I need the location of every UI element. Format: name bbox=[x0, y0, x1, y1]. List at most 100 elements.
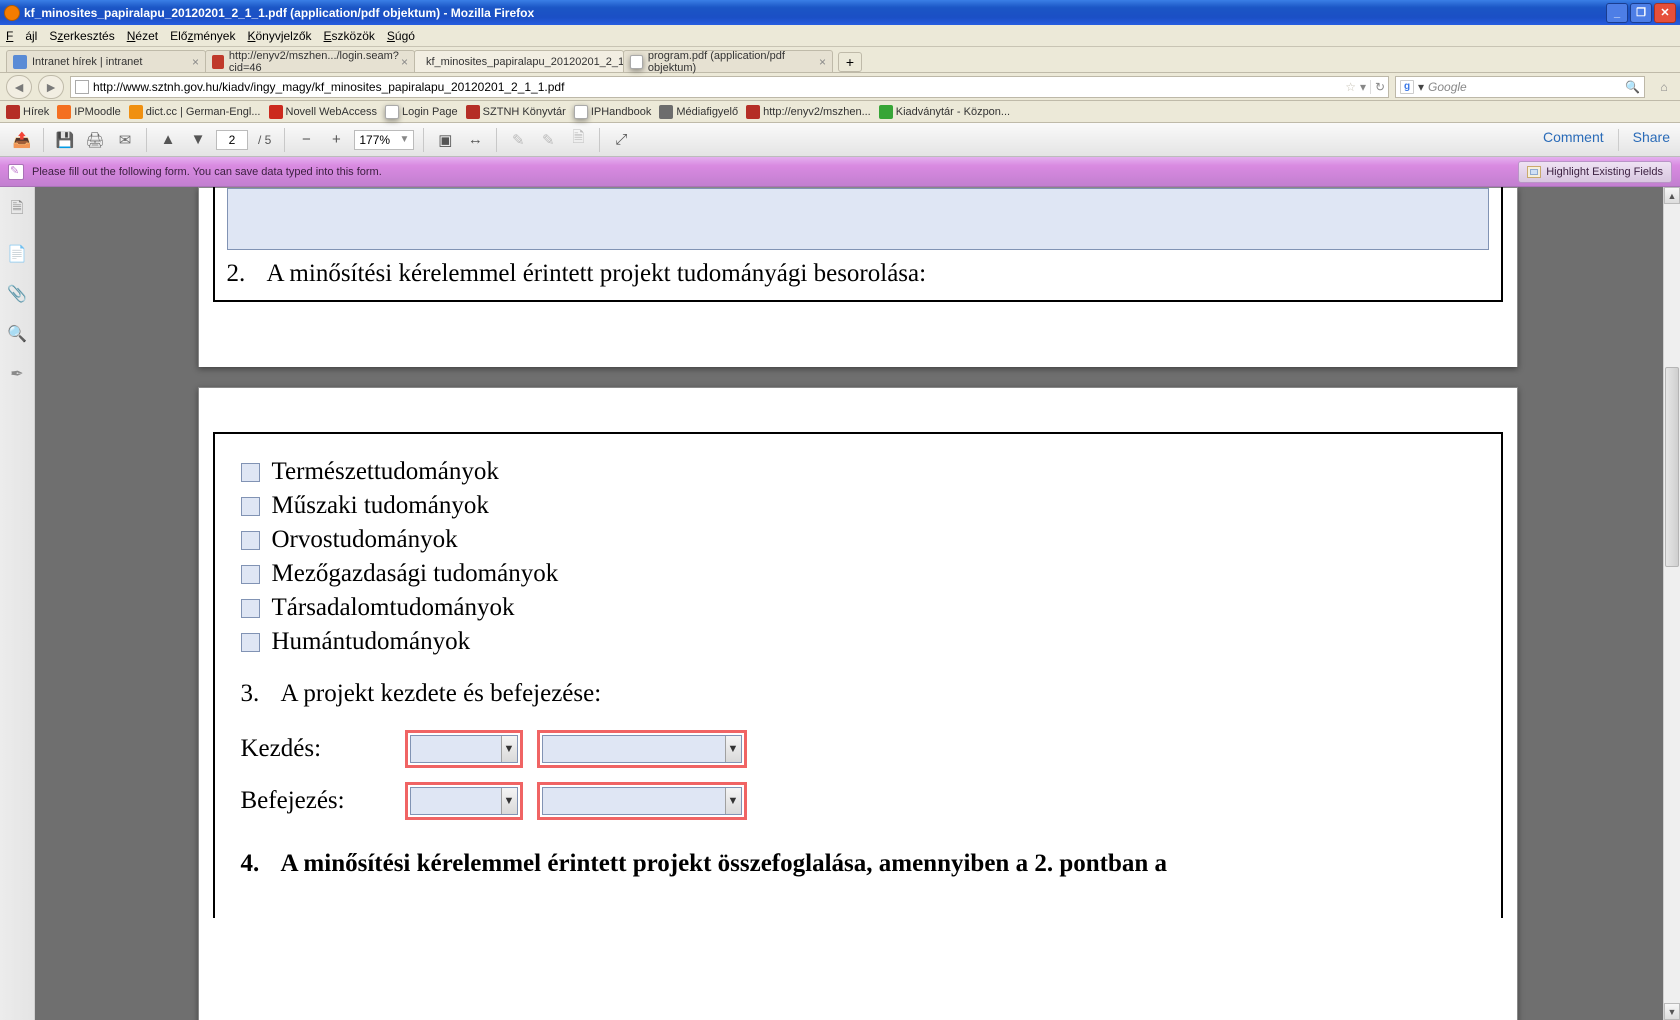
chevron-down-icon: ▼ bbox=[725, 736, 741, 762]
highlight-existing-fields-button[interactable]: Highlight Existing Fields bbox=[1518, 161, 1672, 183]
bookmark-star-icon[interactable]: ☆ bbox=[1345, 80, 1356, 94]
tab-intranet[interactable]: Intranet hírek | intranet× bbox=[6, 50, 206, 72]
end-month-select[interactable]: ▼ bbox=[542, 787, 742, 815]
start-year-select[interactable]: ▼ bbox=[410, 735, 518, 763]
tab-label: kf_minosites_papiralapu_20120201_2_1... bbox=[426, 56, 633, 68]
scroll-thumb[interactable] bbox=[1665, 367, 1679, 567]
start-label: Kezdés: bbox=[241, 735, 405, 763]
search-placeholder: Google bbox=[1428, 80, 1467, 94]
back-button[interactable]: ◄ bbox=[6, 75, 32, 99]
fit-width-button[interactable]: ↔ bbox=[463, 128, 487, 152]
bookmark-hirek[interactable]: Hírek bbox=[6, 105, 49, 119]
tab-close-icon[interactable]: × bbox=[192, 56, 199, 68]
page-identity-icon bbox=[75, 80, 89, 94]
find-icon[interactable]: 🔍 bbox=[7, 324, 27, 344]
bookmark-iphandbook[interactable]: IPHandbook bbox=[574, 105, 652, 119]
end-year-select[interactable]: ▼ bbox=[410, 787, 518, 815]
bookmark-loginpage[interactable]: Login Page bbox=[385, 105, 458, 119]
chevron-down-icon: ▼ bbox=[399, 134, 409, 145]
attachments-icon[interactable]: 📎 bbox=[7, 284, 27, 304]
scroll-down-button[interactable]: ▼ bbox=[1664, 1003, 1680, 1020]
print-button[interactable]: 🖨 bbox=[83, 128, 107, 152]
section-3-number: 3. bbox=[241, 680, 281, 708]
highlight-tool-button[interactable]: ✎ bbox=[536, 128, 560, 152]
home-button[interactable]: ⌂ bbox=[1654, 78, 1674, 96]
reload-icon[interactable]: ↻ bbox=[1370, 80, 1384, 94]
save-button[interactable]: 💾 bbox=[53, 128, 77, 152]
tab-pdf-active[interactable]: kf_minosites_papiralapu_20120201_2_1...× bbox=[414, 50, 624, 72]
fullscreen-button[interactable]: ⤢ bbox=[609, 128, 633, 152]
bookmark-sztnh[interactable]: SZTNH Könyvtár bbox=[466, 105, 566, 119]
window-minimize-button[interactable]: _ bbox=[1606, 3, 1628, 23]
separator bbox=[423, 128, 424, 152]
checkbox-label: Természettudományok bbox=[272, 458, 499, 486]
tab-close-icon[interactable]: × bbox=[401, 56, 408, 68]
bookmark-novell[interactable]: Novell WebAccess bbox=[269, 105, 378, 119]
thumbnails-icon[interactable]: 🗎 bbox=[11, 197, 24, 224]
checkbox-mezogazd[interactable] bbox=[241, 565, 260, 584]
chevron-down-icon: ▼ bbox=[725, 788, 741, 814]
tab-program-pdf[interactable]: program.pdf (application/pdf objektum)× bbox=[623, 50, 833, 72]
note-tool-button[interactable]: 🗎 bbox=[566, 128, 590, 152]
form-text-field[interactable] bbox=[227, 188, 1489, 250]
tab-enyv[interactable]: http://enyv2/mszhen.../login.seam?cid=46… bbox=[205, 50, 415, 72]
bookmark-icon bbox=[269, 105, 283, 119]
search-provider-separator: ▾ bbox=[1418, 80, 1424, 94]
menu-help[interactable]: Súgó bbox=[387, 29, 415, 43]
pages-icon[interactable]: 📄 bbox=[7, 244, 27, 264]
zoom-in-button[interactable]: + bbox=[324, 128, 348, 152]
menu-tools[interactable]: Eszközök bbox=[324, 29, 375, 43]
tab-close-icon[interactable]: × bbox=[819, 56, 826, 68]
window-close-button[interactable]: ✕ bbox=[1654, 3, 1676, 23]
fit-page-button[interactable]: ▣ bbox=[433, 128, 457, 152]
section-2-title: A minősítési kérelemmel érintett projekt… bbox=[267, 260, 927, 288]
checkbox-tarsadalom[interactable] bbox=[241, 599, 260, 618]
bookmark-icon bbox=[879, 105, 893, 119]
pdf-toolbar: 📤 💾 🖨 ✉ ▲ ▼ / 5 − + 177%▼ ▣ ↔ ✎ ✎ 🗎 ⤢ Co… bbox=[0, 123, 1680, 157]
signature-icon[interactable]: ✒ bbox=[10, 364, 23, 384]
start-month-select[interactable]: ▼ bbox=[542, 735, 742, 763]
vertical-scrollbar[interactable]: ▲ ▼ bbox=[1663, 187, 1680, 1020]
export-pdf-button[interactable]: 📤 bbox=[10, 128, 34, 152]
bookmark-kiadvanytar[interactable]: Kiadványtár - Közpon... bbox=[879, 105, 1010, 119]
url-bar[interactable]: http://www.sztnh.gov.hu/kiadv/ingy_magy/… bbox=[70, 76, 1389, 98]
url-dropdown-icon[interactable]: ▾ bbox=[1360, 80, 1366, 94]
search-icon[interactable]: 🔍 bbox=[1625, 80, 1640, 94]
zoom-out-button[interactable]: − bbox=[294, 128, 318, 152]
edit-tool-button[interactable]: ✎ bbox=[506, 128, 530, 152]
checkbox-termeszet[interactable] bbox=[241, 463, 260, 482]
menu-history[interactable]: Előzmények bbox=[170, 29, 235, 43]
page-1-bottom: 2. A minősítési kérelemmel érintett proj… bbox=[198, 187, 1518, 367]
menu-bar: FFájlájl Szerkesztés Nézet Előzmények Kö… bbox=[0, 25, 1680, 47]
checkbox-human[interactable] bbox=[241, 633, 260, 652]
bookmark-dictcc[interactable]: dict.cc | German-Engl... bbox=[129, 105, 261, 119]
new-tab-button[interactable]: + bbox=[838, 52, 862, 72]
zoom-select[interactable]: 177%▼ bbox=[354, 130, 414, 150]
bookmark-enyv[interactable]: http://enyv2/mszhen... bbox=[746, 105, 871, 119]
page-2-top: Természettudományok Műszaki tudományok O… bbox=[198, 387, 1518, 1020]
menu-view[interactable]: Nézet bbox=[127, 29, 158, 43]
tab-label: http://enyv2/mszhen.../login.seam?cid=46 bbox=[229, 50, 401, 74]
page-input[interactable] bbox=[216, 130, 248, 150]
menu-edit[interactable]: Szerkesztés bbox=[49, 29, 114, 43]
menu-file[interactable]: FFájlájl bbox=[6, 29, 37, 43]
pdf-work-area: 🗎 📄 📎 🔍 ✒ 2. A minősítési kérelemmel éri… bbox=[0, 187, 1680, 1020]
menu-bookmarks[interactable]: Könyvjelzők bbox=[247, 29, 311, 43]
page-down-button[interactable]: ▼ bbox=[186, 128, 210, 152]
document-pane[interactable]: 2. A minősítési kérelemmel érintett proj… bbox=[35, 187, 1680, 1020]
comment-link[interactable]: Comment bbox=[1543, 129, 1604, 151]
checkbox-muszaki[interactable] bbox=[241, 497, 260, 516]
search-box[interactable]: g ▾ Google 🔍 bbox=[1395, 76, 1645, 98]
bookmark-mediafigyelo[interactable]: Médiafigyelő bbox=[659, 105, 738, 119]
scroll-up-button[interactable]: ▲ bbox=[1664, 187, 1680, 204]
checkbox-orvos[interactable] bbox=[241, 531, 260, 550]
bookmark-ipmoodle[interactable]: IPMoodle bbox=[57, 105, 120, 119]
page-icon bbox=[630, 55, 643, 69]
email-button[interactable]: ✉ bbox=[113, 128, 137, 152]
share-link[interactable]: Share bbox=[1633, 129, 1670, 151]
page-up-button[interactable]: ▲ bbox=[156, 128, 180, 152]
forward-button[interactable]: ► bbox=[38, 75, 64, 99]
highlight-icon bbox=[1527, 166, 1541, 178]
bookmark-icon bbox=[129, 105, 143, 119]
window-maximize-button[interactable]: ❐ bbox=[1630, 3, 1652, 23]
